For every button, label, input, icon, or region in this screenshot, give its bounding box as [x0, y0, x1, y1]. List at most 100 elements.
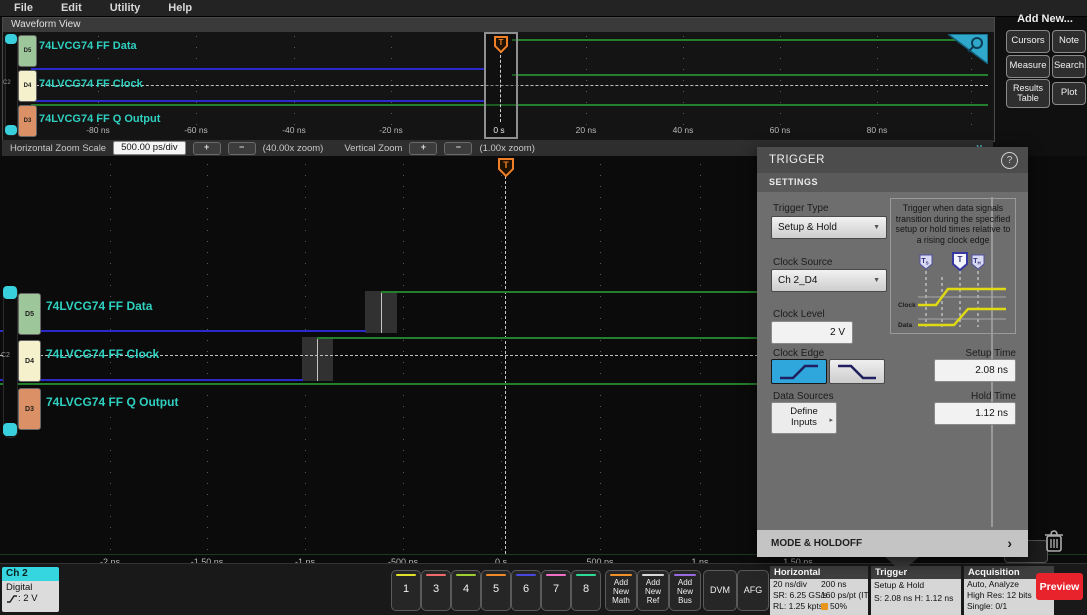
rising-edge-button[interactable] — [771, 359, 827, 384]
channel-badge-d4[interactable]: D4 — [18, 340, 41, 382]
axis-tick: 60 ns — [752, 125, 808, 135]
channel-5-button[interactable]: 5 — [481, 570, 511, 611]
channel-2-badge[interactable]: Ch 2 Digital : 2 V — [2, 567, 59, 612]
clock-source-value: Ch 2_D4 — [778, 275, 817, 286]
trigger-marker-icon[interactable]: T — [497, 157, 515, 178]
data-high-trace — [512, 39, 988, 41]
channel-7-button[interactable]: 7 — [541, 570, 571, 611]
note-button[interactable]: Note — [1052, 30, 1086, 53]
channel-badge-d4[interactable]: D4 — [18, 70, 37, 102]
channel-badge-d5[interactable]: D5 — [18, 293, 41, 335]
v-zoom-label: Vertical Zoom — [344, 143, 402, 154]
channel-1-button[interactable]: 1 — [391, 570, 421, 611]
setup-time-label: Setup Time — [934, 348, 1016, 359]
measure-button[interactable]: Measure — [1006, 55, 1050, 78]
group-handle-top-cap[interactable] — [5, 34, 17, 44]
channel-color-stripe — [516, 574, 536, 576]
channel-3-button[interactable]: 3 — [421, 570, 451, 611]
plot-button[interactable]: Plot — [1052, 82, 1086, 105]
channel-4-button[interactable]: 4 — [451, 570, 481, 611]
clock-level-field[interactable]: 2 V — [771, 321, 853, 344]
gridline — [683, 36, 684, 128]
tab-settings[interactable]: SETTINGS — [757, 173, 1028, 192]
clock-low-trace — [0, 379, 303, 381]
trigger-badge[interactable]: Trigger Setup & Hold S: 2.08 ns H: 1.12 … — [871, 566, 961, 615]
badge-id: D3 — [24, 118, 32, 124]
overview-graticule[interactable]: -80 ns -60 ns -40 ns -20 ns 20 ns 40 ns … — [3, 32, 992, 139]
trigger-type-dropdown[interactable]: Setup & Hold ▼ — [771, 216, 887, 239]
channel-label-clock[interactable]: 74LVCG74 FF Clock — [46, 347, 159, 361]
trigger-position-line — [500, 50, 501, 122]
menu-file[interactable]: File — [0, 2, 47, 14]
afg-label: AFG — [738, 585, 768, 595]
group-handle-bottom-cap[interactable] — [3, 423, 17, 436]
cursors-button[interactable]: Cursors — [1006, 30, 1050, 53]
channel-label-clock[interactable]: 74LVCG74 FF Clock — [39, 78, 143, 90]
v-zoom-minus-button[interactable]: − — [444, 142, 472, 155]
menu-utility[interactable]: Utility — [96, 2, 155, 14]
horizontal-badge[interactable]: Horizontal 20 ns/div200 ns SR: 6.25 GS/s… — [770, 566, 868, 615]
group-channel-tag: C2 — [3, 80, 11, 86]
menu-help[interactable]: Help — [154, 2, 206, 14]
group-handle-top-cap[interactable] — [3, 286, 17, 299]
channel-label-qoutput[interactable]: 74LVCG74 FF Q Output — [39, 113, 160, 125]
channel-6-button[interactable]: 6 — [511, 570, 541, 611]
channel-color-stripe — [486, 574, 506, 576]
tekscope-application: File Edit Utility Help Waveform View — [0, 0, 1087, 615]
define-inputs-label: Define Inputs — [790, 407, 817, 429]
trigger-description-box: Trigger when data signals transition dur… — [890, 198, 1016, 334]
badge-id: D3 — [25, 406, 34, 413]
channel-badge-d5[interactable]: D5 — [18, 35, 37, 67]
trigger-marker-icon[interactable]: T — [493, 35, 509, 54]
channel-badge-d3[interactable]: D3 — [18, 105, 37, 137]
menu-edit[interactable]: Edit — [47, 2, 96, 14]
search-button[interactable]: Search — [1052, 55, 1086, 78]
channel-number: 1 — [392, 583, 420, 595]
hold-time-field[interactable]: 1.12 ns — [934, 402, 1016, 425]
channel-label-qoutput[interactable]: 74LVCG74 FF Q Output — [46, 395, 178, 409]
h-zoom-scale-input[interactable]: 500.00 ps/div — [113, 141, 186, 155]
mode-holdoff-section[interactable]: MODE & HOLDOFF › — [757, 530, 1028, 557]
h-position: 50% — [830, 601, 847, 612]
add-new-ref-button[interactable]: Add New Ref — [637, 570, 669, 611]
channel-label-data[interactable]: 74LVCG74 FF Data — [46, 299, 152, 313]
preview-button[interactable]: Preview — [1036, 573, 1083, 600]
add-new-math-button[interactable]: Add New Math — [605, 570, 637, 611]
dvm-button[interactable]: DVM — [703, 570, 737, 611]
acq-resolution: High Res: 12 bits — [967, 590, 1032, 601]
axis-tick: -20 ns — [363, 125, 419, 135]
trigger-times: S: 2.08 ns H: 1.12 ns — [874, 592, 953, 605]
define-inputs-button[interactable]: Define Inputs ▸ — [771, 402, 837, 434]
channel-number: 4 — [452, 583, 480, 595]
trigger-panel-anchor-notch — [884, 556, 920, 572]
trash-icon[interactable] — [1042, 528, 1066, 555]
badge-id: D4 — [24, 83, 32, 89]
badge-id: D5 — [25, 311, 34, 318]
help-icon[interactable]: ? — [1001, 152, 1018, 169]
channel-color-stripe — [576, 574, 596, 576]
h-zoom-plus-button[interactable]: + — [193, 142, 221, 155]
clock-high-trace — [512, 74, 988, 76]
setup-time-field[interactable]: 2.08 ns — [934, 359, 1016, 382]
channel-8-button[interactable]: 8 — [571, 570, 601, 611]
data-rising-edge — [381, 291, 382, 333]
group-handle-bottom-cap[interactable] — [5, 125, 17, 135]
channel-group-handle[interactable] — [3, 286, 18, 438]
v-zoom-plus-button[interactable]: + — [409, 142, 437, 155]
channel-kind: Digital — [6, 582, 55, 593]
zoom-window[interactable]: T 0 s — [484, 32, 518, 139]
afg-button[interactable]: AFG — [737, 570, 769, 611]
results-table-button[interactable]: Results Table — [1006, 79, 1050, 108]
zoom-overview-corner-icon[interactable] — [948, 34, 988, 64]
h-zoom-minus-button[interactable]: − — [228, 142, 256, 155]
channel-label-data[interactable]: 74LVCG74 FF Data — [39, 40, 137, 52]
clock-source-dropdown[interactable]: Ch 2_D4 ▼ — [771, 269, 887, 292]
add-new-bus-button[interactable]: Add New Bus — [669, 570, 701, 611]
channel-badge-d3[interactable]: D3 — [18, 388, 41, 430]
trigger-panel-title: TRIGGER — [757, 147, 1028, 173]
channel-color-stripe — [456, 574, 476, 576]
mode-holdoff-label: MODE & HOLDOFF — [771, 538, 862, 549]
menu-bar: File Edit Utility Help — [0, 0, 1087, 17]
falling-edge-button[interactable] — [829, 359, 885, 384]
trigger-type-label: Trigger Type — [773, 203, 829, 214]
